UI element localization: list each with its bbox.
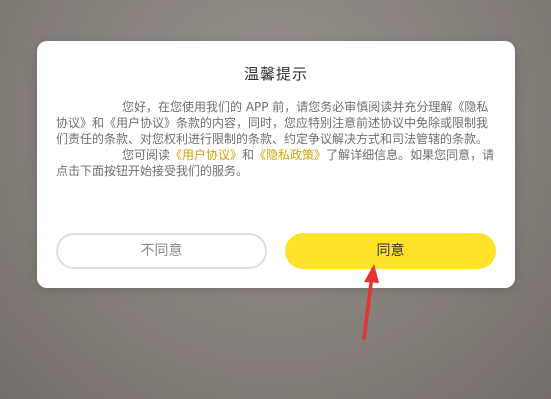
dialog-paragraph-1: 您好，在您使用我们的 APP 前，请您务必审慎阅读并充分理解《隐私协议》和《用户… [56,100,489,146]
red-arrow-icon [362,264,379,340]
consent-dialog: 温馨提示 您好，在您使用我们的 APP 前，请您务必审慎阅读并充分理解《隐私协议… [37,41,515,288]
dialog-body: 您好，在您使用我们的 APP 前，请您务必审慎阅读并充分理解《隐私协议》和《用户… [56,99,496,179]
user-agreement-link[interactable]: 《用户协议》 [170,148,242,162]
paragraph-2-and: 和 [242,148,255,162]
privacy-policy-link[interactable]: 《隐私政策》 [254,148,326,162]
dialog-paragraph-2: 您可阅读《用户协议》和《隐私政策》了解详细信息。如果您同意，请点击下面按钮开始接… [56,147,496,179]
paragraph-2-prefix: 您可阅读 [122,148,171,162]
disagree-button[interactable]: 不同意 [56,233,267,269]
agree-button[interactable]: 同意 [285,233,496,269]
dialog-title: 温馨提示 [243,65,308,83]
